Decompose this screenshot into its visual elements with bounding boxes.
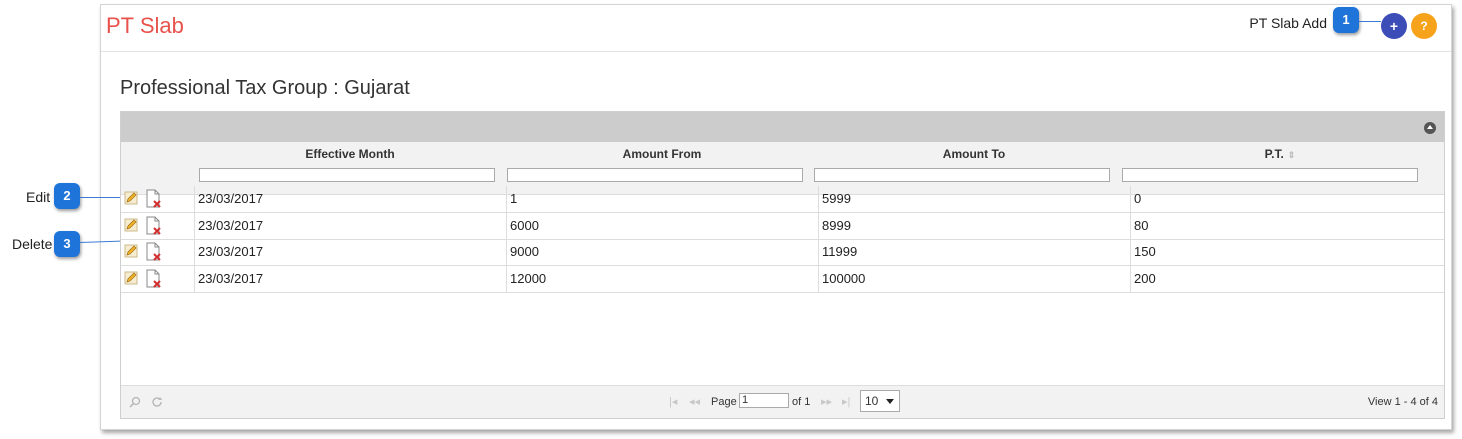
table-row[interactable]: 23/03/2017 1 5999 0 [121,186,1444,213]
callout-label-edit: Edit [26,189,51,205]
callout-line-2 [80,197,124,198]
pt-slab-add-label: PT Slab Add [1249,15,1327,31]
next-page-button[interactable]: ▸▸ [821,386,832,418]
table-row[interactable]: 23/03/2017 9000 11999 150 [121,239,1444,266]
table-cell: 1 [506,186,818,212]
document-delete-icon[interactable] [145,189,163,209]
table-cell: 9000 [506,239,818,265]
document-delete-icon[interactable] [145,269,163,289]
filter-input-amount-from[interactable] [507,168,803,182]
add-button[interactable]: + [1381,13,1407,39]
filter-input-effective-month[interactable] [199,168,495,182]
rows-per-page-select[interactable]: 10 [860,390,900,412]
pencil-edit-icon[interactable] [124,271,138,285]
table-cell: 23/03/2017 [194,239,506,265]
grid-caption-bar [121,112,1444,142]
callout-badge-3: 3 [54,231,80,257]
table-row[interactable]: 23/03/2017 12000 100000 200 [121,265,1444,293]
table-cell: 150 [1130,239,1444,265]
group-title: Professional Tax Group : Gujarat [120,77,410,99]
table-cell: 80 [1130,212,1444,239]
document-delete-icon[interactable] [145,242,163,262]
column-header-amount-from[interactable]: Amount From [506,147,818,161]
grid-pager: |◂ ◂◂ Page 1 of 1 ▸▸ ▸| 10 View 1 - 4 of… [121,385,1444,418]
table-cell: 23/03/2017 [194,186,506,212]
sort-icon: ⇕ [1287,150,1296,160]
column-header-effective-month[interactable]: Effective Month [194,147,506,161]
callout-badge-2: 2 [54,183,80,209]
panel-header: PT Slab PT Slab Add + ? [101,5,1451,52]
table-cell: 200 [1130,265,1444,292]
callout-label-delete: Delete [12,236,53,252]
help-button[interactable]: ? [1411,13,1437,39]
column-header-pt-label: P.T. [1264,147,1284,161]
column-header-pt[interactable]: P.T. ⇕ [1130,147,1430,161]
callout-line-1 [1359,21,1381,22]
prev-page-button[interactable]: ◂◂ [689,386,700,418]
table-cell: 12000 [506,265,818,292]
filter-input-pt[interactable] [1122,168,1418,182]
table-cell: 6000 [506,212,818,239]
pt-slab-grid: Effective Month Amount From Amount To P.… [120,111,1445,419]
table-cell: 0 [1130,186,1444,212]
table-cell: 100000 [818,265,1130,292]
refresh-icon[interactable] [151,386,163,418]
table-cell: 23/03/2017 [194,265,506,292]
first-page-button[interactable]: |◂ [669,386,677,418]
collapse-up-icon[interactable] [1424,122,1436,134]
callout-badge-1: 1 [1333,7,1359,33]
page-label: Page [711,396,737,408]
page-count-label: of 1 [792,396,811,408]
pencil-edit-icon[interactable] [124,244,138,258]
document-delete-icon[interactable] [145,216,163,236]
table-cell: 11999 [818,239,1130,265]
filter-input-amount-to[interactable] [814,168,1110,182]
search-icon[interactable] [129,386,141,418]
column-header-amount-to[interactable]: Amount To [818,147,1130,161]
pencil-edit-icon[interactable] [124,218,138,232]
page-number-input[interactable]: 1 [739,393,789,408]
page-title: PT Slab [106,13,184,38]
last-page-button[interactable]: ▸| [842,386,850,418]
table-row[interactable]: 23/03/2017 6000 8999 80 [121,212,1444,240]
table-cell: 8999 [818,212,1130,239]
pencil-edit-icon[interactable] [124,191,138,205]
view-records-text: View 1 - 4 of 4 [1367,396,1438,408]
table-cell: 5999 [818,186,1130,212]
table-cell: 23/03/2017 [194,212,506,239]
